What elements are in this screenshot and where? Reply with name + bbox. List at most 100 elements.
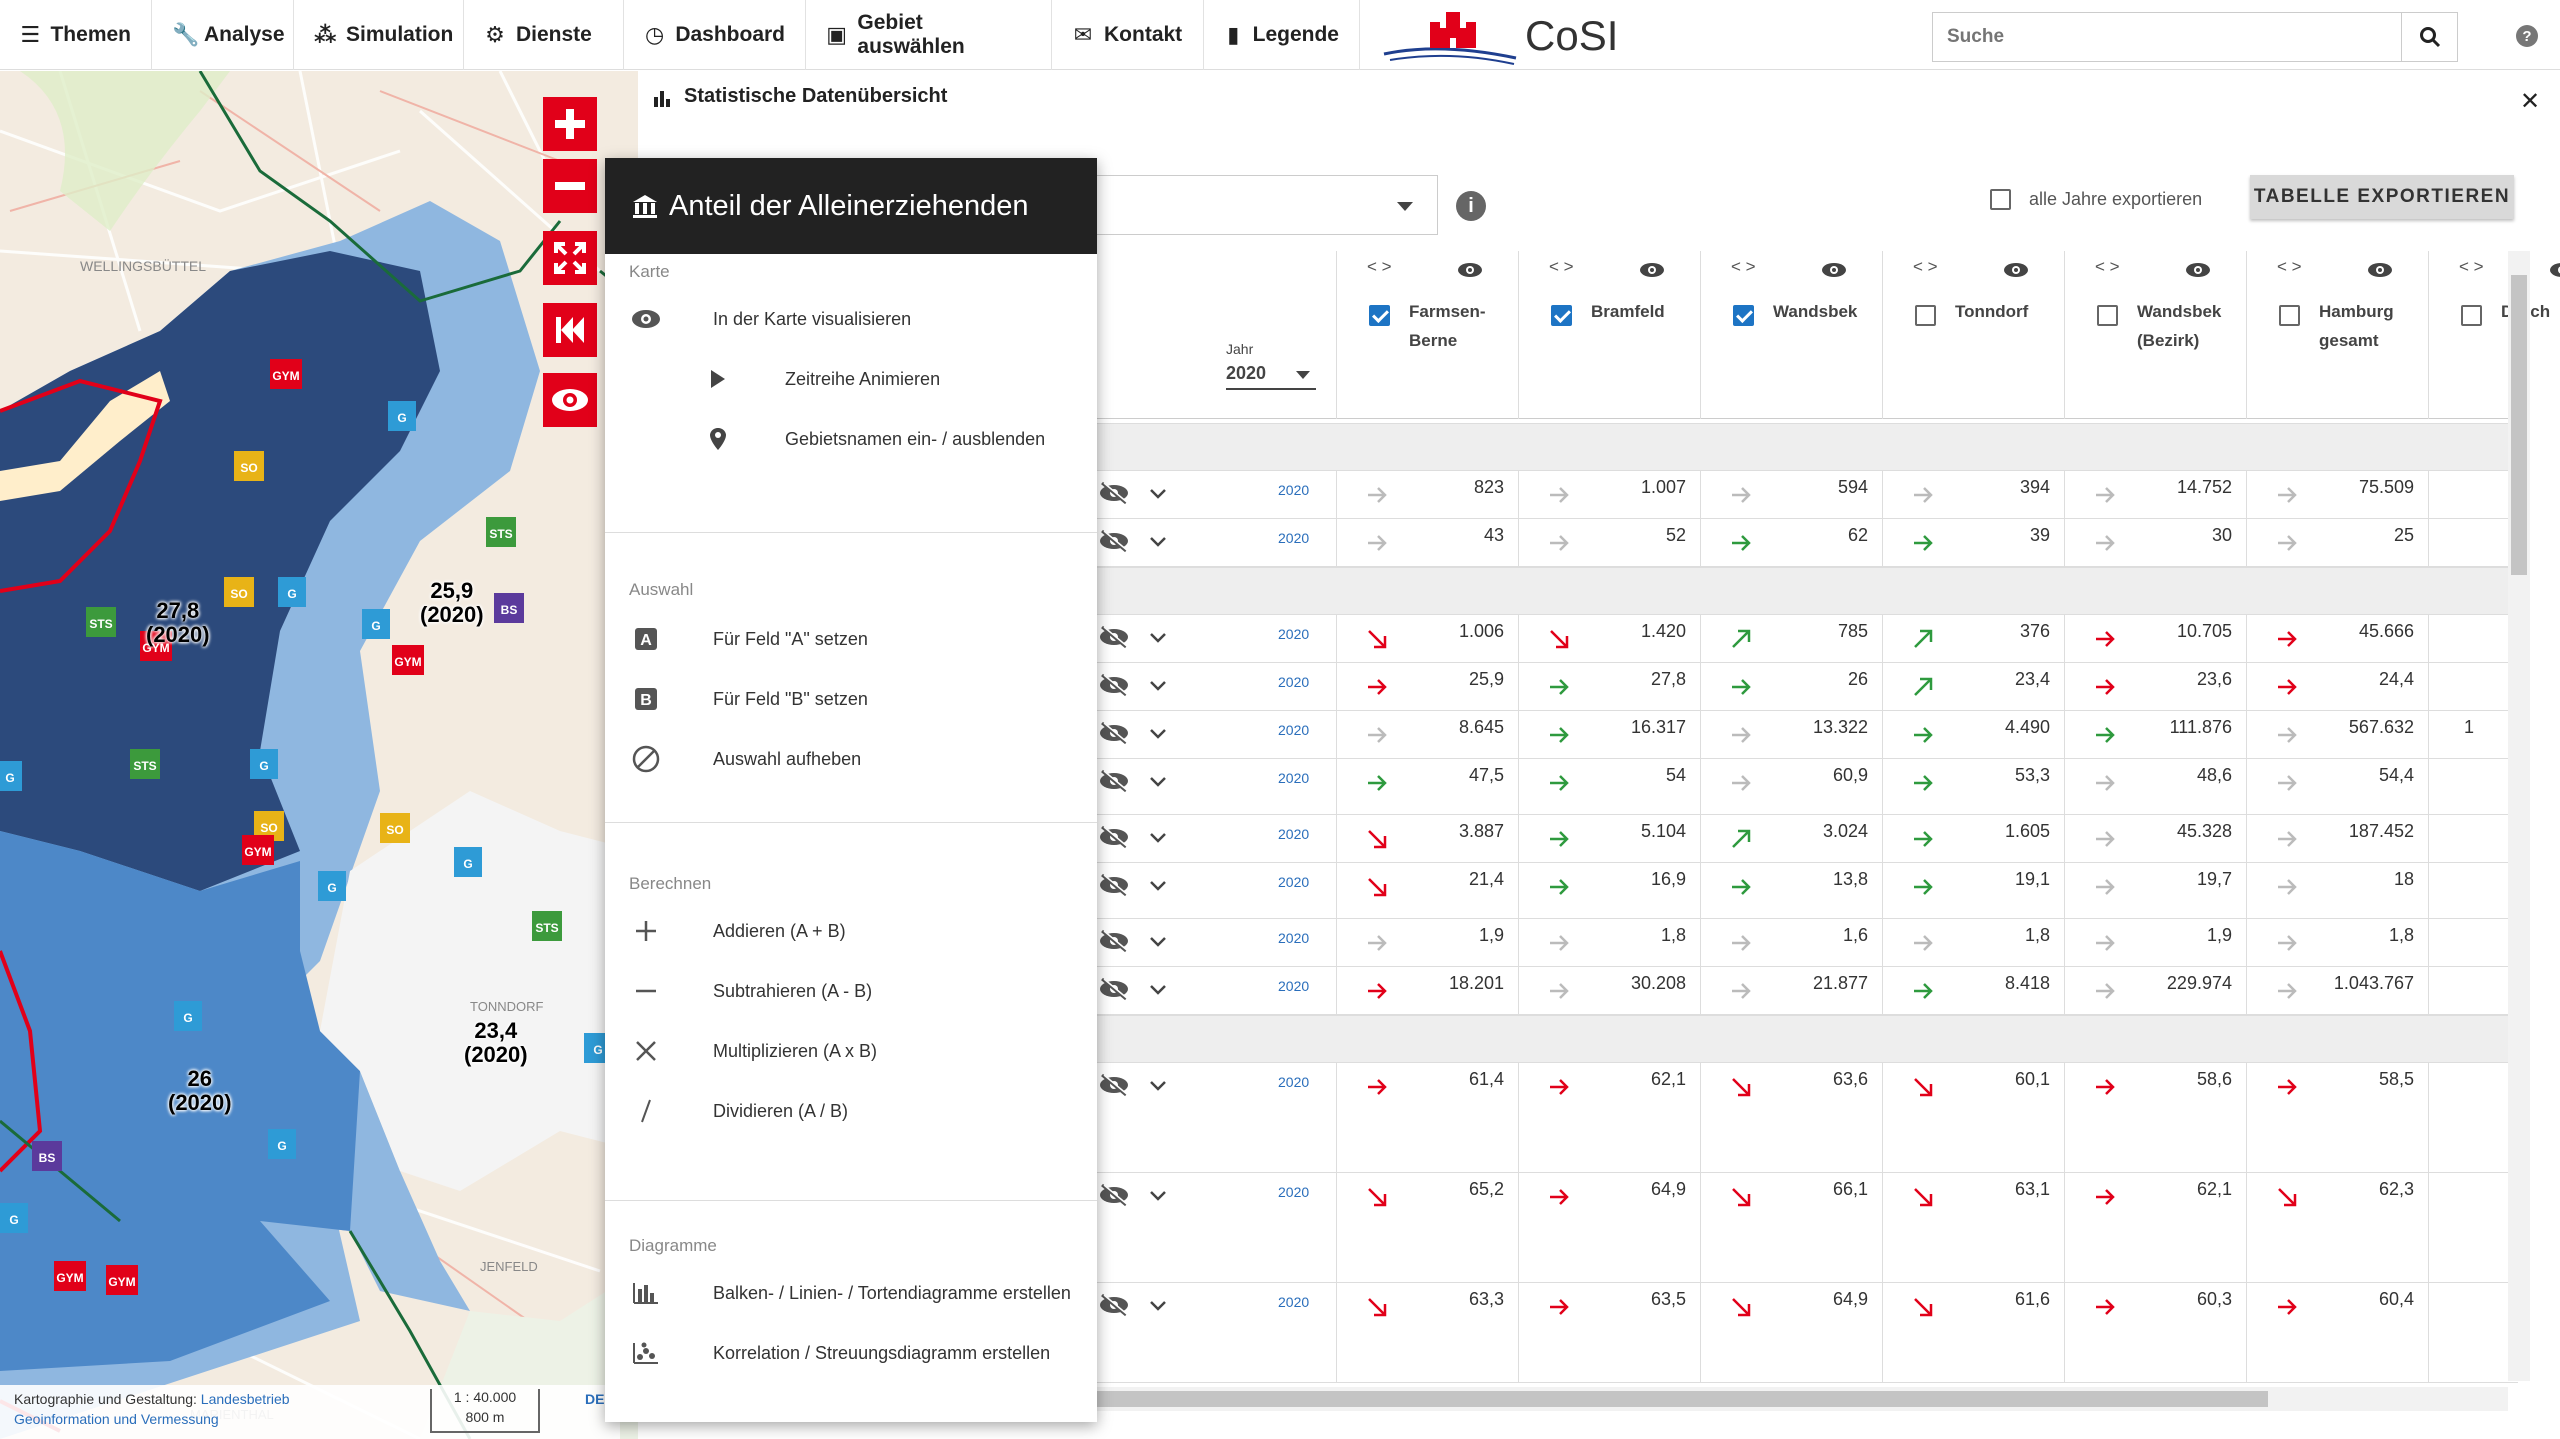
eye-slash-icon[interactable] [1098,673,1130,697]
nav-simulation[interactable]: ⁂ Simulation [294,0,464,70]
column-checkbox[interactable] [2097,305,2118,326]
nav-legende[interactable]: ▮ Legende [1204,0,1360,70]
map-view[interactable]: WELLINGSBÜTTEL TONNDORF JENFELD MARIENTH… [0,71,638,1439]
chevron-down-icon[interactable] [1148,481,1168,505]
chevron-down-icon[interactable] [1148,1183,1168,1207]
column-checkbox[interactable] [1915,305,1936,326]
year-dropdown[interactable]: 2020 [1226,363,1316,390]
eye-icon[interactable] [2549,261,2560,279]
chevron-down-icon[interactable] [1148,825,1168,849]
eye-slash-icon[interactable] [1098,1293,1130,1317]
code-icon[interactable]: < > [1549,257,1574,277]
table-cell: 65,2 [1336,1173,1518,1282]
eye-slash-icon[interactable] [1098,721,1130,745]
info-icon[interactable]: i [1456,191,1486,221]
export-table-button[interactable]: TABELLE EXPORTIEREN [2250,175,2514,219]
nav-analyse[interactable]: 🔧 Analyse [152,0,294,70]
nav-kontakt[interactable]: ✉ Kontakt [1052,0,1204,70]
bar-chart-icon [654,90,670,107]
trend-arrow-icon [2096,535,2115,551]
reset-view-button[interactable] [543,303,597,357]
chevron-down-icon[interactable] [1148,929,1168,953]
code-icon[interactable]: < > [2095,257,2120,277]
eye-slash-icon[interactable] [1098,825,1130,849]
close-icon[interactable]: ✕ [2520,87,2540,116]
checkbox[interactable] [1990,189,2011,210]
cell-value: 1.605 [2004,821,2050,841]
row-year: 2020 [1278,978,1310,994]
cell-value: 13,8 [1832,869,1868,889]
attribution-link[interactable]: Landesbetrieb [201,1391,290,1407]
chevron-down-icon[interactable] [1148,977,1168,1001]
column-checkbox[interactable] [2279,305,2300,326]
eye-slash-icon[interactable] [1098,529,1130,553]
nav-themen[interactable]: ☰ Themen [0,0,152,70]
column-checkbox[interactable] [2461,305,2482,326]
nav-dashboard[interactable]: ◷ Dashboard [624,0,806,70]
visibility-toggle-button[interactable] [543,373,597,427]
nav-dienste[interactable]: ⚙ Dienste [464,0,624,70]
eye-slash-icon[interactable] [1098,1183,1130,1207]
scroll-thumb[interactable] [2511,275,2527,575]
table-cell: 45.666 [2246,615,2428,662]
search-button[interactable] [2401,13,2457,61]
column-checkbox[interactable] [1369,305,1390,326]
eye-slash-icon[interactable] [1098,873,1130,897]
table-cell: 3.887 [1336,815,1518,862]
context-menu-item[interactable]: B Für Feld "B" setzen [605,674,1097,724]
context-menu-item[interactable]: Addieren (A + B) [605,906,1097,956]
eye-icon[interactable] [2003,261,2029,279]
logo-text: CoSI [1525,12,1619,59]
vertical-scrollbar[interactable] [2508,251,2530,1381]
minus-icon [631,976,661,1006]
eye-icon[interactable] [1639,261,1665,279]
search-input[interactable] [1933,13,2383,61]
eye-slash-icon[interactable] [1098,1073,1130,1097]
zoom-out-button[interactable] [543,159,597,213]
chevron-down-icon[interactable] [1148,1293,1168,1317]
chevron-down-icon[interactable] [1148,769,1168,793]
eye-slash-icon[interactable] [1098,481,1130,505]
context-menu-item[interactable]: Zeitreihe Animieren [605,354,1097,404]
year-selector[interactable]: Jahr 2020 [1226,251,1336,419]
eye-icon[interactable] [1457,261,1483,279]
context-menu-item[interactable]: Multiplizieren (A x B) [605,1026,1097,1076]
eye-icon[interactable] [2367,261,2393,279]
chevron-down-icon[interactable] [1148,721,1168,745]
context-menu-item[interactable]: A Für Feld "A" setzen [605,614,1097,664]
language-switch[interactable]: DE [585,1391,604,1407]
context-menu-item[interactable]: Gebietsnamen ein- / ausblenden [605,414,1097,464]
column-checkbox[interactable] [1551,305,1572,326]
eye-slash-icon[interactable] [1098,977,1130,1001]
trend-arrow-icon [1550,879,1569,895]
chevron-down-icon[interactable] [1148,673,1168,697]
eye-icon[interactable] [2185,261,2211,279]
code-icon[interactable]: < > [1731,257,1756,277]
eye-slash-icon[interactable] [1098,929,1130,953]
chevron-down-icon[interactable] [1148,873,1168,897]
code-icon[interactable]: < > [1367,257,1392,277]
context-menu-item[interactable]: Auswahl aufheben [605,734,1097,784]
export-all-years-checkbox[interactable]: alle Jahre exportieren [1990,189,2202,210]
chevron-down-icon[interactable] [1148,1073,1168,1097]
attribution-link[interactable]: Geoinformation und Vermessung [14,1411,219,1427]
fullscreen-button[interactable] [543,231,597,285]
code-icon[interactable]: < > [2277,257,2302,277]
context-menu-item[interactable]: Subtrahieren (A - B) [605,966,1097,1016]
eye-slash-icon[interactable] [1098,625,1130,649]
nav-gebiet-auswaehlen[interactable]: ▣ Gebiet auswählen [806,0,1052,70]
code-icon[interactable]: < > [1913,257,1938,277]
context-menu-item[interactable]: In der Karte visualisieren [605,294,1097,344]
chevron-down-icon[interactable] [1148,529,1168,553]
zoom-in-button[interactable] [543,97,597,151]
chevron-down-icon[interactable] [1148,625,1168,649]
eye-icon[interactable] [1821,261,1847,279]
help-icon[interactable]: ? [2516,25,2538,47]
svg-text:G: G [371,619,380,633]
context-menu-item[interactable]: Balken- / Linien- / Tortendiagramme erst… [605,1268,1097,1318]
eye-slash-icon[interactable] [1098,769,1130,793]
column-checkbox[interactable] [1733,305,1754,326]
code-icon[interactable]: < > [2459,257,2484,277]
context-menu-item[interactable]: Dividieren (A / B) [605,1086,1097,1136]
context-menu-item[interactable]: Korrelation / Streuungsdiagramm erstelle… [605,1328,1097,1378]
